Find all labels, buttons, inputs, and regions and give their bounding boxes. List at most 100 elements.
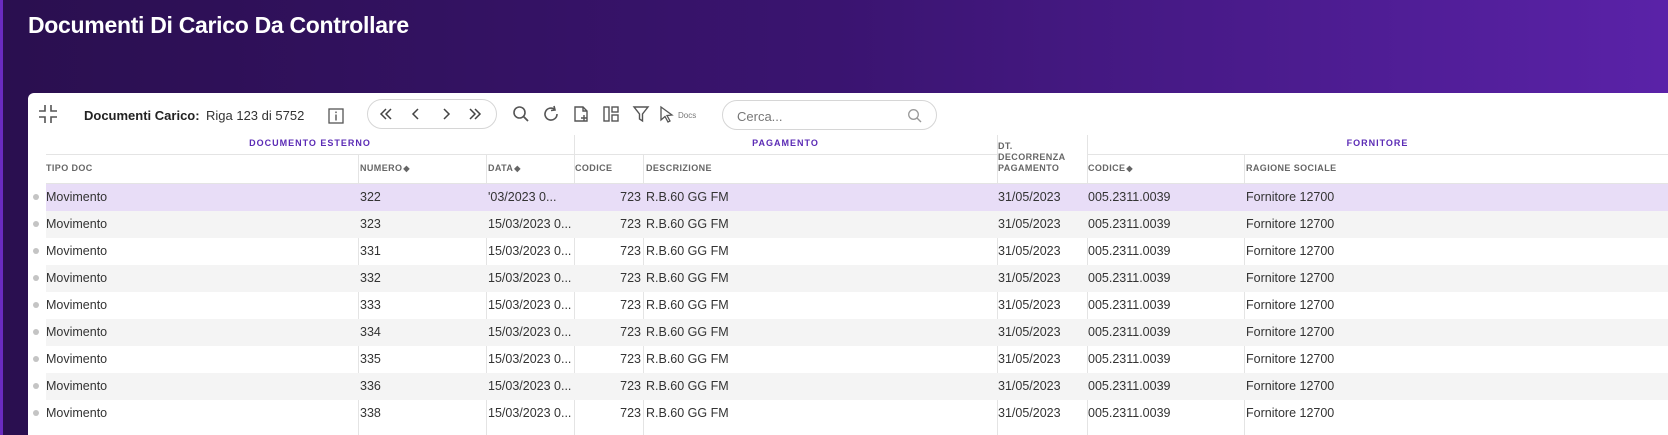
row-selector[interactable]	[28, 292, 46, 319]
cell-numero[interactable]: 335	[360, 346, 480, 373]
column-header-data[interactable]: DATA◆	[488, 163, 521, 173]
last-record-icon[interactable]	[467, 106, 483, 122]
cell-ragione[interactable]: Fornitore 12700	[1246, 211, 1646, 238]
table-row[interactable]: Movimento 323 15/03/2023 0... 723 R.B.60 GG …	[28, 211, 1668, 238]
cell-decorrenza[interactable]: 31/05/2023	[998, 373, 1084, 400]
cell-descrizione[interactable]: R.B.60 GG FM	[646, 373, 986, 400]
cell-decorrenza[interactable]: 31/05/2023	[998, 265, 1084, 292]
column-header-ragione-sociale[interactable]: RAGIONE SOCIALE	[1246, 163, 1337, 173]
table-row[interactable]: Movimento 331 15/03/2023 0... 723 R.B.60 GG …	[28, 238, 1668, 265]
cell-ragione[interactable]: Fornitore 12700	[1246, 265, 1646, 292]
cell-codice-forn[interactable]: 005.2311.0039	[1088, 400, 1238, 427]
row-selector[interactable]	[28, 184, 46, 211]
table-row[interactable]: Movimento 322 '03/2023 0... 723 R.B.60 GG FM…	[28, 184, 1668, 211]
cell-descrizione[interactable]: R.B.60 GG FM	[646, 292, 986, 319]
cell-decorrenza[interactable]: 31/05/2023	[998, 292, 1084, 319]
cell-decorrenza[interactable]: 31/05/2023	[998, 346, 1084, 373]
column-header-dt-decorrenza[interactable]: DT. DECORRENZA PAGAMENTO	[998, 141, 1066, 174]
collapse-icon[interactable]	[38, 104, 58, 124]
table-row[interactable]: Movimento 333 15/03/2023 0... 723 R.B.60 GG …	[28, 292, 1668, 319]
cell-codice[interactable]: 723	[576, 346, 641, 373]
cell-decorrenza[interactable]: 31/05/2023	[998, 211, 1084, 238]
cell-codice[interactable]: 723	[576, 400, 641, 427]
cell-numero[interactable]: 322	[360, 184, 480, 211]
cell-codice[interactable]: 723	[576, 184, 641, 211]
cell-ragione[interactable]: Fornitore 12700	[1246, 238, 1646, 265]
layout-icon[interactable]	[602, 105, 620, 123]
cell-data[interactable]: 15/03/2023 0...	[488, 292, 572, 319]
cell-tipo[interactable]: Movimento	[46, 292, 346, 319]
cell-numero[interactable]: 336	[360, 373, 480, 400]
cell-descrizione[interactable]: R.B.60 GG FM	[646, 211, 986, 238]
filter-icon[interactable]	[632, 105, 650, 123]
cell-ragione[interactable]: Fornitore 12700	[1246, 400, 1646, 427]
search-icon[interactable]	[512, 105, 530, 123]
search-field-icon[interactable]	[907, 108, 923, 124]
next-record-icon[interactable]	[438, 106, 454, 122]
cell-data[interactable]: '03/2023 0...	[488, 184, 572, 211]
table-row[interactable]: Movimento 338 15/03/2023 0... 723 R.B.60 GG …	[28, 400, 1668, 427]
refresh-icon[interactable]	[542, 105, 560, 123]
cell-data[interactable]: 15/03/2023 0...	[488, 373, 572, 400]
cell-data[interactable]: 15/03/2023 0...	[488, 400, 572, 427]
cell-data[interactable]: 15/03/2023 0...	[488, 346, 572, 373]
table-row[interactable]: Movimento 335 15/03/2023 0... 723 R.B.60 GG …	[28, 346, 1668, 373]
cell-numero[interactable]: 333	[360, 292, 480, 319]
cell-codice[interactable]: 723	[576, 211, 641, 238]
cell-codice-forn[interactable]: 005.2311.0039	[1088, 265, 1238, 292]
row-selector[interactable]	[28, 211, 46, 238]
row-selector[interactable]	[28, 400, 46, 427]
cell-tipo[interactable]: Movimento	[46, 211, 346, 238]
table-row[interactable]: Movimento 336 15/03/2023 0... 723 R.B.60 GG …	[28, 373, 1668, 400]
search-input[interactable]	[737, 107, 897, 125]
cell-ragione[interactable]: Fornitore 12700	[1246, 319, 1646, 346]
column-header-codice-fornitore[interactable]: CODICE◆	[1088, 163, 1133, 173]
cell-codice[interactable]: 723	[576, 373, 641, 400]
row-selector[interactable]	[28, 319, 46, 346]
cell-codice-forn[interactable]: 005.2311.0039	[1088, 346, 1238, 373]
cell-descrizione[interactable]: R.B.60 GG FM	[646, 238, 986, 265]
cell-numero[interactable]: 338	[360, 400, 480, 427]
cell-descrizione[interactable]: R.B.60 GG FM	[646, 184, 986, 211]
cell-decorrenza[interactable]: 31/05/2023	[998, 319, 1084, 346]
sort-icon[interactable]: ◆	[403, 164, 410, 173]
cell-tipo[interactable]: Movimento	[46, 400, 346, 427]
cell-numero[interactable]: 331	[360, 238, 480, 265]
cell-codice-forn[interactable]: 005.2311.0039	[1088, 184, 1238, 211]
cell-codice-forn[interactable]: 005.2311.0039	[1088, 373, 1238, 400]
info-icon[interactable]	[328, 108, 344, 124]
cell-tipo[interactable]: Movimento	[46, 238, 346, 265]
row-selector[interactable]	[28, 238, 46, 265]
table-row[interactable]: Movimento 334 15/03/2023 0... 723 R.B.60 GG …	[28, 319, 1668, 346]
cell-decorrenza[interactable]: 31/05/2023	[998, 400, 1084, 427]
cell-numero[interactable]: 332	[360, 265, 480, 292]
cell-codice[interactable]: 723	[576, 238, 641, 265]
docs-icon[interactable]	[658, 105, 676, 123]
column-header-descrizione[interactable]: DESCRIZIONE	[646, 163, 712, 173]
cell-numero[interactable]: 323	[360, 211, 480, 238]
row-selector[interactable]	[28, 373, 46, 400]
cell-tipo[interactable]: Movimento	[46, 184, 346, 211]
cell-descrizione[interactable]: R.B.60 GG FM	[646, 346, 986, 373]
cell-descrizione[interactable]: R.B.60 GG FM	[646, 319, 986, 346]
cell-decorrenza[interactable]: 31/05/2023	[998, 184, 1084, 211]
column-header-tipo-doc[interactable]: TIPO DOC	[46, 163, 93, 173]
cell-data[interactable]: 15/03/2023 0...	[488, 211, 572, 238]
cell-codice[interactable]: 723	[576, 319, 641, 346]
column-header-codice-pagamento[interactable]: CODICE	[575, 163, 612, 173]
sort-icon[interactable]: ◆	[514, 164, 521, 173]
sort-icon[interactable]: ◆	[1126, 164, 1133, 173]
cell-descrizione[interactable]: R.B.60 GG FM	[646, 265, 986, 292]
cell-tipo[interactable]: Movimento	[46, 346, 346, 373]
cell-codice[interactable]: 723	[576, 292, 641, 319]
column-header-numero[interactable]: NUMERO◆	[360, 163, 410, 173]
cell-codice-forn[interactable]: 005.2311.0039	[1088, 238, 1238, 265]
previous-record-icon[interactable]	[408, 106, 424, 122]
cell-data[interactable]: 15/03/2023 0...	[488, 319, 572, 346]
cell-tipo[interactable]: Movimento	[46, 373, 346, 400]
cell-codice-forn[interactable]: 005.2311.0039	[1088, 319, 1238, 346]
row-selector[interactable]	[28, 346, 46, 373]
cell-codice[interactable]: 723	[576, 265, 641, 292]
cell-decorrenza[interactable]: 31/05/2023	[998, 238, 1084, 265]
cell-ragione[interactable]: Fornitore 12700	[1246, 346, 1646, 373]
